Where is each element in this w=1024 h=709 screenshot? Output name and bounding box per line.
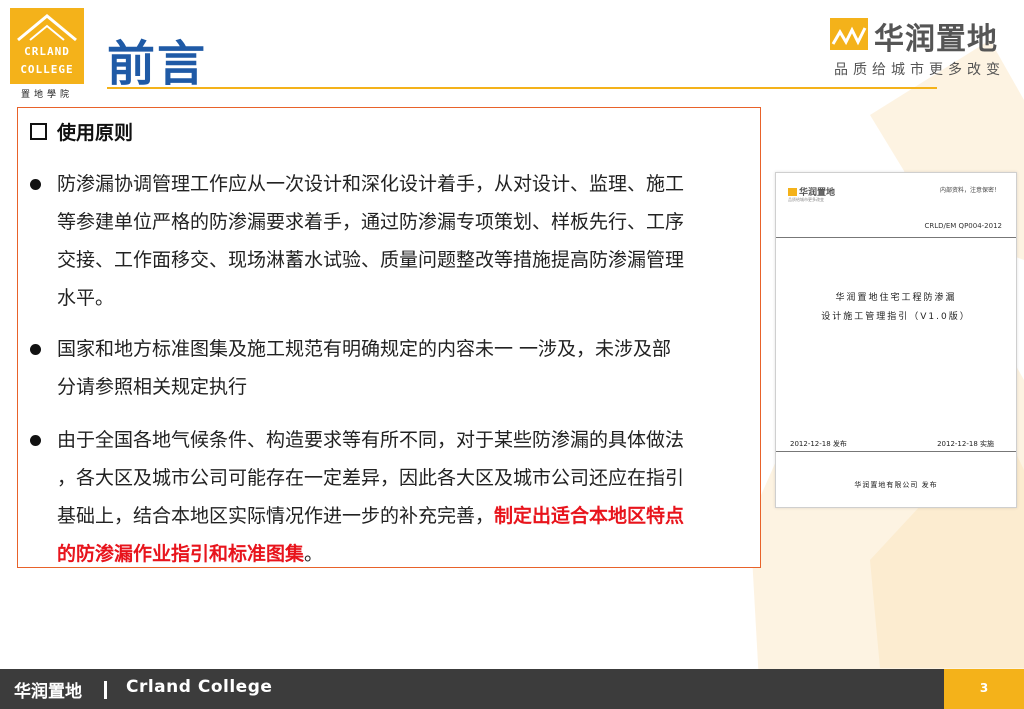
- brand-mark-icon: [830, 18, 868, 50]
- doc-divider: [776, 237, 1016, 238]
- document-cover-image: 华润置地 品质给城市更多改变 内部资料，注意保密！ CRLD/EM QP004-…: [775, 172, 1017, 508]
- doc-brand-mark-icon: [788, 188, 797, 196]
- bullet-line: 交接、工作面移交、现场淋蓄水试验、质量问题整改等措施提高防渗漏管理: [57, 249, 685, 271]
- logo-text-crland: CRLAND: [24, 45, 70, 58]
- section-heading-text: 使用原则: [57, 122, 134, 144]
- bullet-line: ，各大区及城市公司可能存在一定差异，因此各大区及城市公司还应在指引: [57, 467, 685, 489]
- bullet-line: 等参建单位严格的防渗漏要求着手，通过防渗漏专项策划、样板先行、工序: [57, 211, 685, 233]
- bullet-line: 基础上，结合本地区实际情况作进一步的补充完善，: [57, 505, 495, 527]
- bullet-line: 由于全国各地气候条件、构造要求等有所不同，对于某些防渗漏的具体做法: [57, 429, 685, 451]
- bullet-line: 防渗漏协调管理工作应从一次设计和深化设计着手，从对设计、监理、施工: [57, 173, 685, 195]
- footer-bar: 华润置地 Crland College 3: [0, 669, 1024, 709]
- doc-divider: [776, 451, 1016, 452]
- logo-subtitle: 置地學院: [20, 90, 73, 100]
- content-panel: 使用原则 防渗漏协调管理工作应从一次设计和深化设计着手，从对设计、监理、施工 等…: [17, 107, 761, 568]
- page-title: 前言: [107, 36, 208, 92]
- doc-company: 华润置地有限公司 发布: [854, 481, 938, 489]
- bullet-text: 由于全国各地气候条件、构造要求等有所不同，对于某些防渗漏的具体做法 ，各大区及城…: [57, 421, 750, 573]
- title-divider: [107, 87, 937, 89]
- roof-icon: [17, 14, 77, 42]
- doc-title-line1: 华润置地住宅工程防渗漏: [835, 293, 957, 303]
- bullet-line: 分请参照相关规定执行: [57, 376, 248, 398]
- bullet-item: 防渗漏协调管理工作应从一次设计和深化设计着手，从对设计、监理、施工 等参建单位严…: [30, 165, 750, 317]
- bullet-dot-icon: [30, 344, 41, 355]
- brand-name: 华润置地: [874, 22, 998, 57]
- logo-badge: CRLAND COLLEGE: [10, 8, 84, 84]
- logo-text-college: COLLEGE: [20, 63, 74, 76]
- doc-effective-date: 2012-12-18 实施: [937, 440, 994, 448]
- doc-brand-slogan: 品质给城市更多改变: [788, 197, 824, 202]
- footer-company: 华润置地: [14, 682, 82, 702]
- bullet-line: 国家和地方标准图集及施工规范有明确规定的内容未一 一涉及，未涉及部: [57, 338, 672, 360]
- footer-college: Crland College: [126, 677, 273, 697]
- bullet-line-end: 。: [304, 543, 324, 565]
- doc-code: CRLD/EM QP004-2012: [924, 222, 1002, 230]
- highlight-text: 的防渗漏作业指引和标准图集: [57, 543, 305, 565]
- checkbox-square-icon: [30, 123, 47, 140]
- crland-college-logo: CRLAND COLLEGE 置地學院: [10, 8, 86, 100]
- brand-slogan: 品质给城市更多改变: [834, 62, 1005, 78]
- brand-logo: 华润置地 品质给城市更多改变: [830, 14, 1020, 84]
- bullet-dot-icon: [30, 435, 41, 446]
- bullet-text: 防渗漏协调管理工作应从一次设计和深化设计着手，从对设计、监理、施工 等参建单位严…: [57, 165, 750, 317]
- bullet-item: 国家和地方标准图集及施工规范有明确规定的内容未一 一涉及，未涉及部 分请参照相关…: [30, 330, 750, 406]
- doc-issue-date: 2012-12-18 发布: [790, 440, 847, 448]
- footer-separator: [104, 681, 107, 699]
- section-heading: 使用原则: [30, 118, 133, 145]
- bullet-text: 国家和地方标准图集及施工规范有明确规定的内容未一 一涉及，未涉及部 分请参照相关…: [57, 330, 750, 406]
- doc-confidential-note: 内部资料，注意保密！: [939, 187, 1000, 194]
- bullet-dot-icon: [30, 179, 41, 190]
- highlight-text: 制定出适合本地区特点: [494, 505, 685, 527]
- doc-title-line2: 设计施工管理指引（V1.0版）: [821, 312, 971, 322]
- page-number-badge: 3: [944, 669, 1024, 709]
- bullet-line: 水平。: [57, 287, 115, 309]
- bullet-item: 由于全国各地气候条件、构造要求等有所不同，对于某些防渗漏的具体做法 ，各大区及城…: [30, 421, 750, 573]
- page-number: 3: [979, 681, 989, 695]
